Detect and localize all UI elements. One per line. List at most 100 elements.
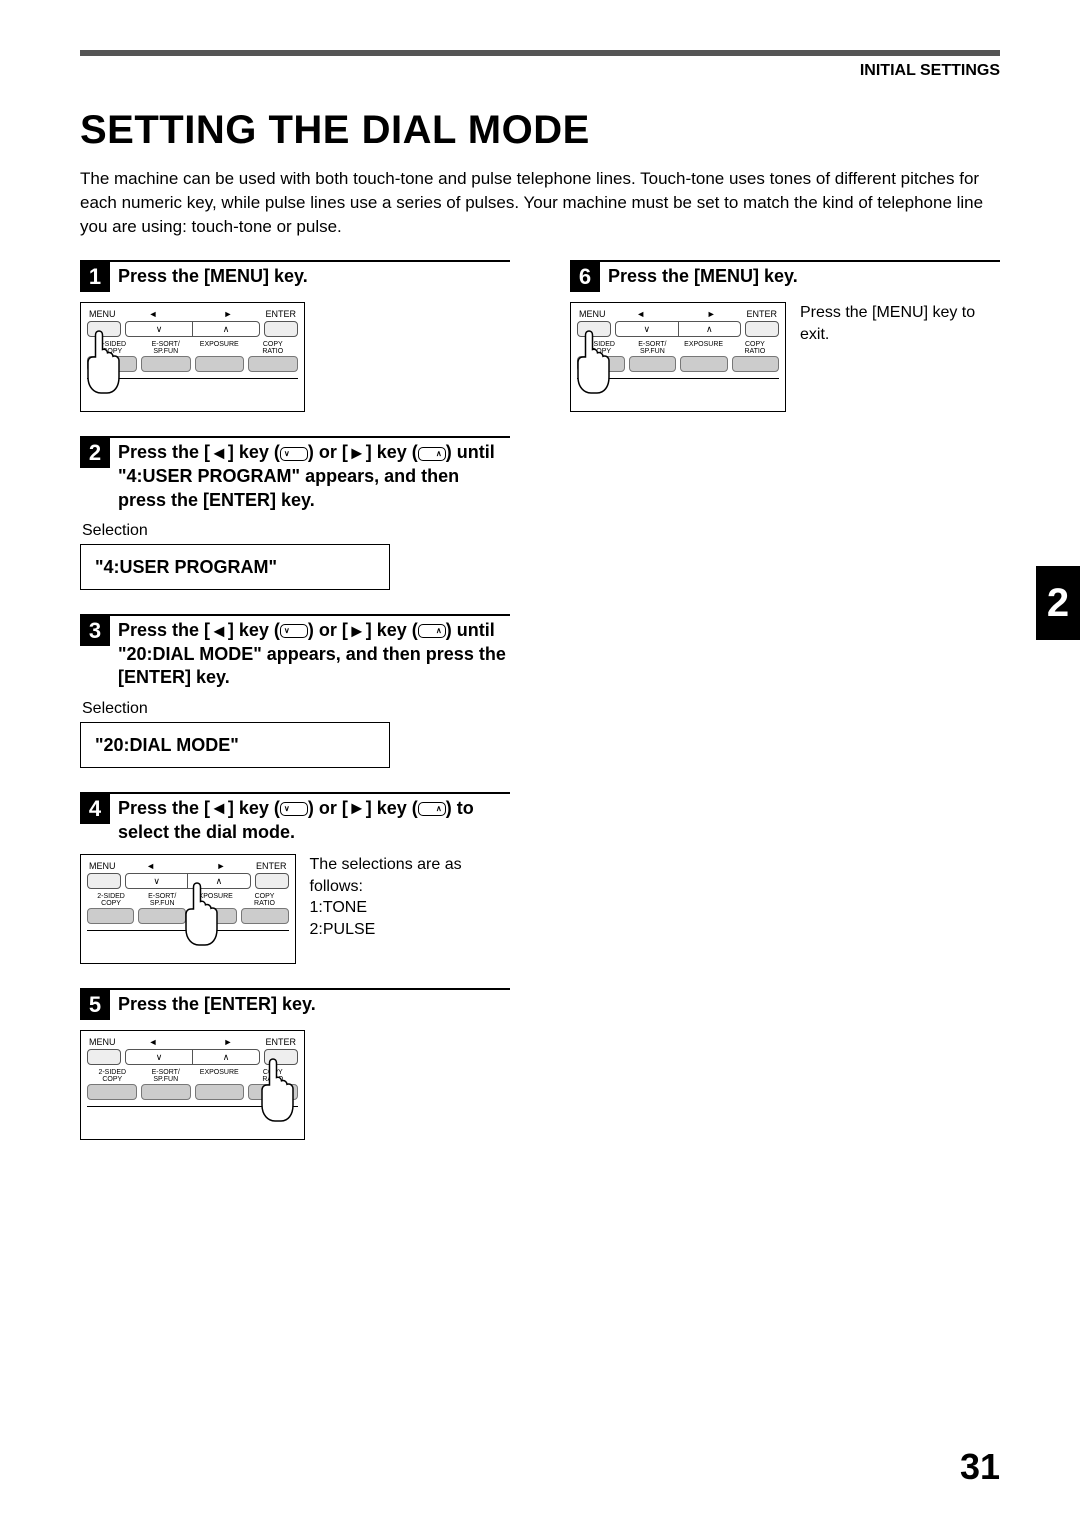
step-3: 3 Press the [◄] key (∨) or [►] key (∧) u… bbox=[80, 614, 510, 768]
left-arrow-icon: ◄ bbox=[116, 861, 186, 871]
page-number: 31 bbox=[960, 1446, 1000, 1488]
step-1-title: Press the [MENU] key. bbox=[118, 262, 308, 288]
panel-label-exposure: EXPOSURE bbox=[194, 1069, 245, 1083]
grey-button bbox=[141, 356, 191, 372]
selection-label: Selection bbox=[82, 700, 510, 718]
panel-label-copyratio: COPYRATIO bbox=[248, 341, 299, 355]
panel-label-exposure: EXPOSURE bbox=[194, 341, 245, 355]
left-column: 1 Press the [MENU] key. MENU ◄ ► ENTER ∨ bbox=[80, 260, 510, 1164]
panel-label-menu: MENU bbox=[89, 309, 116, 319]
down-arrow-icon: ∨ bbox=[616, 322, 679, 336]
panel-label-copyratio: COPYRATIO bbox=[731, 341, 779, 355]
arrow-buttons: ∨ ∧ bbox=[615, 321, 741, 337]
step-5-number: 5 bbox=[80, 990, 110, 1020]
key-oval-icon: ∧ bbox=[418, 447, 446, 461]
panel-label-2sided: 2-SIDEDCOPY bbox=[87, 341, 138, 355]
left-arrow-icon: ◄ bbox=[210, 797, 228, 820]
grey-button bbox=[732, 356, 780, 372]
grey-button bbox=[629, 356, 677, 372]
step-4: 4 Press the [◄] key (∨) or [►] key (∧) t… bbox=[80, 792, 510, 964]
up-arrow-icon: ∧ bbox=[188, 874, 249, 888]
left-arrow-icon: ◄ bbox=[210, 620, 228, 643]
up-arrow-icon: ∧ bbox=[679, 322, 741, 336]
right-arrow-icon: ► bbox=[186, 861, 256, 871]
grey-button bbox=[241, 908, 288, 924]
grey-button bbox=[195, 1084, 245, 1100]
step-4-number: 4 bbox=[80, 794, 110, 824]
step-2-number: 2 bbox=[80, 438, 110, 468]
arrow-buttons: ∨ ∧ bbox=[125, 321, 260, 337]
panel-label-menu: MENU bbox=[579, 309, 606, 319]
right-arrow-icon: ► bbox=[191, 1037, 266, 1047]
up-arrow-icon: ∧ bbox=[193, 1050, 259, 1064]
left-arrow-icon: ◄ bbox=[116, 309, 191, 319]
panel-label-enter: ENTER bbox=[266, 309, 297, 319]
control-panel-diagram: MENU ◄ ► ENTER ∨ ∧ bbox=[80, 854, 296, 964]
left-arrow-icon: ◄ bbox=[116, 1037, 191, 1047]
enter-button bbox=[264, 1049, 298, 1065]
enter-button bbox=[745, 321, 779, 337]
arrow-buttons: ∨ ∧ bbox=[125, 873, 251, 889]
grey-button bbox=[195, 356, 245, 372]
enter-button bbox=[255, 873, 289, 889]
panel-label-esort: E-SORT/SP.FUN bbox=[628, 341, 676, 355]
panel-label-2sided: 2-SIDEDCOPY bbox=[577, 341, 625, 355]
panel-label-esort: E-SORT/SP.FUN bbox=[141, 1069, 192, 1083]
header-rule bbox=[80, 50, 1000, 56]
right-arrow-icon: ► bbox=[676, 309, 746, 319]
lcd-display: "4:USER PROGRAM" bbox=[80, 544, 390, 590]
panel-label-enter: ENTER bbox=[266, 1037, 297, 1047]
panel-label-enter: ENTER bbox=[256, 861, 287, 871]
right-column: 6 Press the [MENU] key. MENU ◄ ► ENTER bbox=[570, 260, 1000, 1164]
left-arrow-icon: ◄ bbox=[606, 309, 676, 319]
right-arrow-icon: ► bbox=[191, 309, 266, 319]
control-panel-diagram: MENU ◄ ► ENTER ∨ ∧ bbox=[570, 302, 786, 412]
panel-label-esort: E-SORT/SP.FUN bbox=[141, 341, 192, 355]
menu-button bbox=[87, 1049, 121, 1065]
panel-label-copyratio: COPYRATIO bbox=[240, 893, 288, 907]
panel-label-exposure: EXPOSURE bbox=[189, 893, 237, 907]
grey-button bbox=[87, 1084, 137, 1100]
right-arrow-icon: ► bbox=[348, 442, 366, 465]
control-panel-diagram: MENU ◄ ► ENTER ∨ ∧ 2-SIDEDCO bbox=[80, 1030, 305, 1140]
step-2: 2 Press the [◄] key (∨) or [►] key (∧) u… bbox=[80, 436, 510, 590]
menu-button bbox=[577, 321, 611, 337]
step-3-title: Press the [◄] key (∨) or [►] key (∧) unt… bbox=[118, 616, 510, 690]
key-oval-icon: ∨ bbox=[280, 802, 308, 816]
step-2-title: Press the [◄] key (∨) or [►] key (∧) unt… bbox=[118, 438, 510, 512]
grey-button bbox=[138, 908, 185, 924]
enter-button bbox=[264, 321, 298, 337]
key-oval-icon: ∧ bbox=[418, 802, 446, 816]
panel-label-esort: E-SORT/SP.FUN bbox=[138, 893, 186, 907]
left-arrow-icon: ◄ bbox=[210, 442, 228, 465]
down-arrow-icon: ∨ bbox=[126, 1050, 193, 1064]
step-5: 5 Press the [ENTER] key. MENU ◄ ► ENTER … bbox=[80, 988, 510, 1140]
step-1-number: 1 bbox=[80, 262, 110, 292]
step-3-number: 3 bbox=[80, 616, 110, 646]
panel-label-copyratio: COPYRATIO bbox=[248, 1069, 299, 1083]
panel-label-exposure: EXPOSURE bbox=[680, 341, 728, 355]
step-6-number: 6 bbox=[570, 262, 600, 292]
menu-button bbox=[87, 321, 121, 337]
step-6-body: Press the [MENU] key to exit. bbox=[800, 302, 1000, 345]
section-header: INITIAL SETTINGS bbox=[80, 62, 1000, 80]
key-oval-icon: ∧ bbox=[418, 624, 446, 638]
down-arrow-icon: ∨ bbox=[126, 322, 193, 336]
right-arrow-icon: ► bbox=[348, 620, 366, 643]
panel-label-menu: MENU bbox=[89, 1037, 116, 1047]
panel-label-enter: ENTER bbox=[746, 309, 777, 319]
intro-paragraph: The machine can be used with both touch-… bbox=[80, 167, 1000, 238]
step-6: 6 Press the [MENU] key. MENU ◄ ► ENTER bbox=[570, 260, 1000, 412]
panel-label-2sided: 2-SIDEDCOPY bbox=[87, 893, 135, 907]
page-title: SETTING THE DIAL MODE bbox=[80, 108, 1000, 153]
grey-button bbox=[248, 356, 298, 372]
lcd-display: "20:DIAL MODE" bbox=[80, 722, 390, 768]
key-oval-icon: ∨ bbox=[280, 447, 308, 461]
control-panel-diagram: MENU ◄ ► ENTER ∨ ∧ 2-SIDEDCO bbox=[80, 302, 305, 412]
down-arrow-icon: ∨ bbox=[126, 874, 188, 888]
panel-label-2sided: 2-SIDEDCOPY bbox=[87, 1069, 138, 1083]
grey-button bbox=[87, 908, 134, 924]
grey-button bbox=[87, 356, 137, 372]
right-arrow-icon: ► bbox=[348, 797, 366, 820]
grey-button bbox=[141, 1084, 191, 1100]
